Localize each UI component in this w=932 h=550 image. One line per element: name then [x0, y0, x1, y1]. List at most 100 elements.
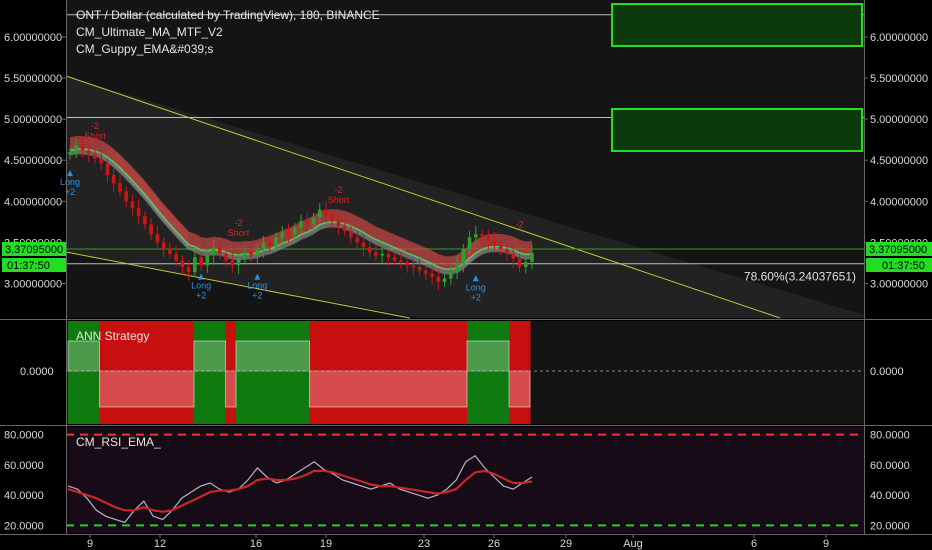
price-tick-right-4: 4.00000000 [870, 196, 928, 208]
time-tick-2: 16 [250, 538, 262, 550]
ann-pane-title: ANN Strategy [76, 329, 149, 343]
candle-body [180, 260, 185, 268]
candle-body [218, 247, 222, 254]
indicator-label-guppy: CM_Guppy_EMA&#039;s [76, 42, 213, 56]
price-tick-left-1: 5.50000000 [4, 73, 62, 85]
signal-label: -2 [91, 121, 99, 131]
time-tick-0: 9 [87, 538, 93, 550]
ann-pane[interactable]: 0.0000 0.0000 [20, 321, 904, 424]
price-tick-left-6: 3.00000000 [4, 278, 62, 290]
candle-body [267, 242, 272, 246]
candle-body [136, 207, 141, 217]
candle-body [286, 232, 291, 235]
candle-body [436, 276, 441, 282]
candle-body [411, 265, 416, 268]
ann-bar [498, 321, 510, 424]
signal-sub: +2 [196, 291, 206, 301]
trading-chart[interactable]: 50.00%(6.27032855)61.80%(5.02020848)78.6… [0, 0, 932, 550]
price-badge-left-value: 3.37095000 [5, 244, 63, 256]
ann-bar [488, 321, 499, 424]
ann-tick-left: 0.0000 [20, 366, 54, 378]
indicator-label-ma: CM_Ultimate_MA_MTF_V2 [76, 25, 223, 39]
candle-body [361, 242, 366, 248]
candle-body [80, 145, 85, 151]
time-tick-5: 26 [488, 538, 500, 550]
signal-sub: +2 [471, 292, 481, 302]
candle-body [193, 257, 197, 272]
candle-body [261, 242, 266, 249]
signal-label: Long [60, 177, 80, 187]
candle-body [442, 278, 447, 282]
price-tick-right-0: 6.00000000 [870, 32, 928, 44]
candle-body [530, 253, 534, 263]
candle-body [111, 175, 116, 184]
candle-body [105, 163, 110, 176]
candle-body [480, 234, 484, 236]
candle-body [99, 158, 104, 164]
price-tick-left-4: 4.00000000 [4, 196, 62, 208]
candle-body [174, 253, 178, 261]
fib-label-2: 78.60%(3.24037651) [744, 270, 856, 284]
time-tick-9: 9 [823, 538, 829, 550]
candle-body [355, 237, 359, 243]
candle-body [399, 260, 403, 263]
fib-box-618 [611, 108, 863, 152]
candle-body [236, 258, 241, 266]
price-badge-left-timer: 01:37:50 [7, 260, 50, 272]
rsi-tick-right-1: 60.0000 [870, 460, 910, 472]
candle-body [230, 260, 235, 266]
candle-body [349, 230, 353, 238]
candle-body [492, 240, 497, 246]
candle-body [486, 235, 491, 241]
price-badge-right-timer: 01:37:50 [882, 260, 925, 272]
candle-body [68, 152, 72, 155]
candle-body [199, 257, 203, 266]
candle-body [93, 153, 97, 159]
candle-body [292, 227, 297, 235]
time-tick-7: Aug [623, 538, 643, 550]
candle-body [205, 255, 210, 266]
time-tick-3: 19 [320, 538, 332, 550]
price-tick-right-6: 3.00000000 [870, 278, 928, 290]
candle-body [168, 248, 172, 254]
candle-body [211, 247, 216, 256]
signal-label: -2 [235, 218, 243, 228]
signal-label: Long [466, 282, 486, 292]
candle-body [124, 191, 128, 202]
ann-bar [236, 321, 247, 424]
fib-box-50 [611, 3, 863, 47]
time-tick-1: 12 [154, 538, 166, 550]
signal-sub: +2 [252, 291, 262, 301]
candle-body [461, 248, 466, 264]
price-tick-right-1: 5.50000000 [870, 73, 928, 85]
candle-body [417, 267, 422, 271]
rsi-tick-left-2: 40.0000 [4, 490, 44, 502]
candle-body [249, 252, 253, 256]
candle-body [86, 150, 91, 154]
candle-body [505, 248, 509, 254]
rsi-tick-right-3: 20.0000 [870, 520, 910, 532]
price-tick-right-3: 4.50000000 [870, 155, 928, 167]
candle-body [467, 237, 472, 249]
ann-bar [257, 321, 268, 424]
candle-body [186, 267, 191, 272]
symbol-title: ONT / Dollar (calculated by TradingView)… [76, 8, 380, 22]
ann-bar [204, 321, 216, 424]
candle-body [161, 242, 166, 249]
time-tick-4: 23 [418, 538, 430, 550]
candle-body [336, 221, 341, 226]
candle-body [374, 252, 378, 256]
candle-body [118, 183, 122, 192]
candle-body [405, 262, 409, 266]
candle-body [342, 225, 347, 231]
candle-body [155, 234, 160, 243]
ann-bar [246, 321, 258, 424]
ann-bar [299, 321, 310, 424]
candle-body [511, 253, 516, 259]
signal-sub: Short [328, 195, 350, 205]
rsi-tick-right-0: 80.0000 [870, 430, 910, 442]
signal-sub: Short [84, 131, 106, 141]
signal-label: Long [247, 281, 267, 291]
ann-bar [194, 321, 205, 424]
ann-bar [278, 321, 289, 424]
